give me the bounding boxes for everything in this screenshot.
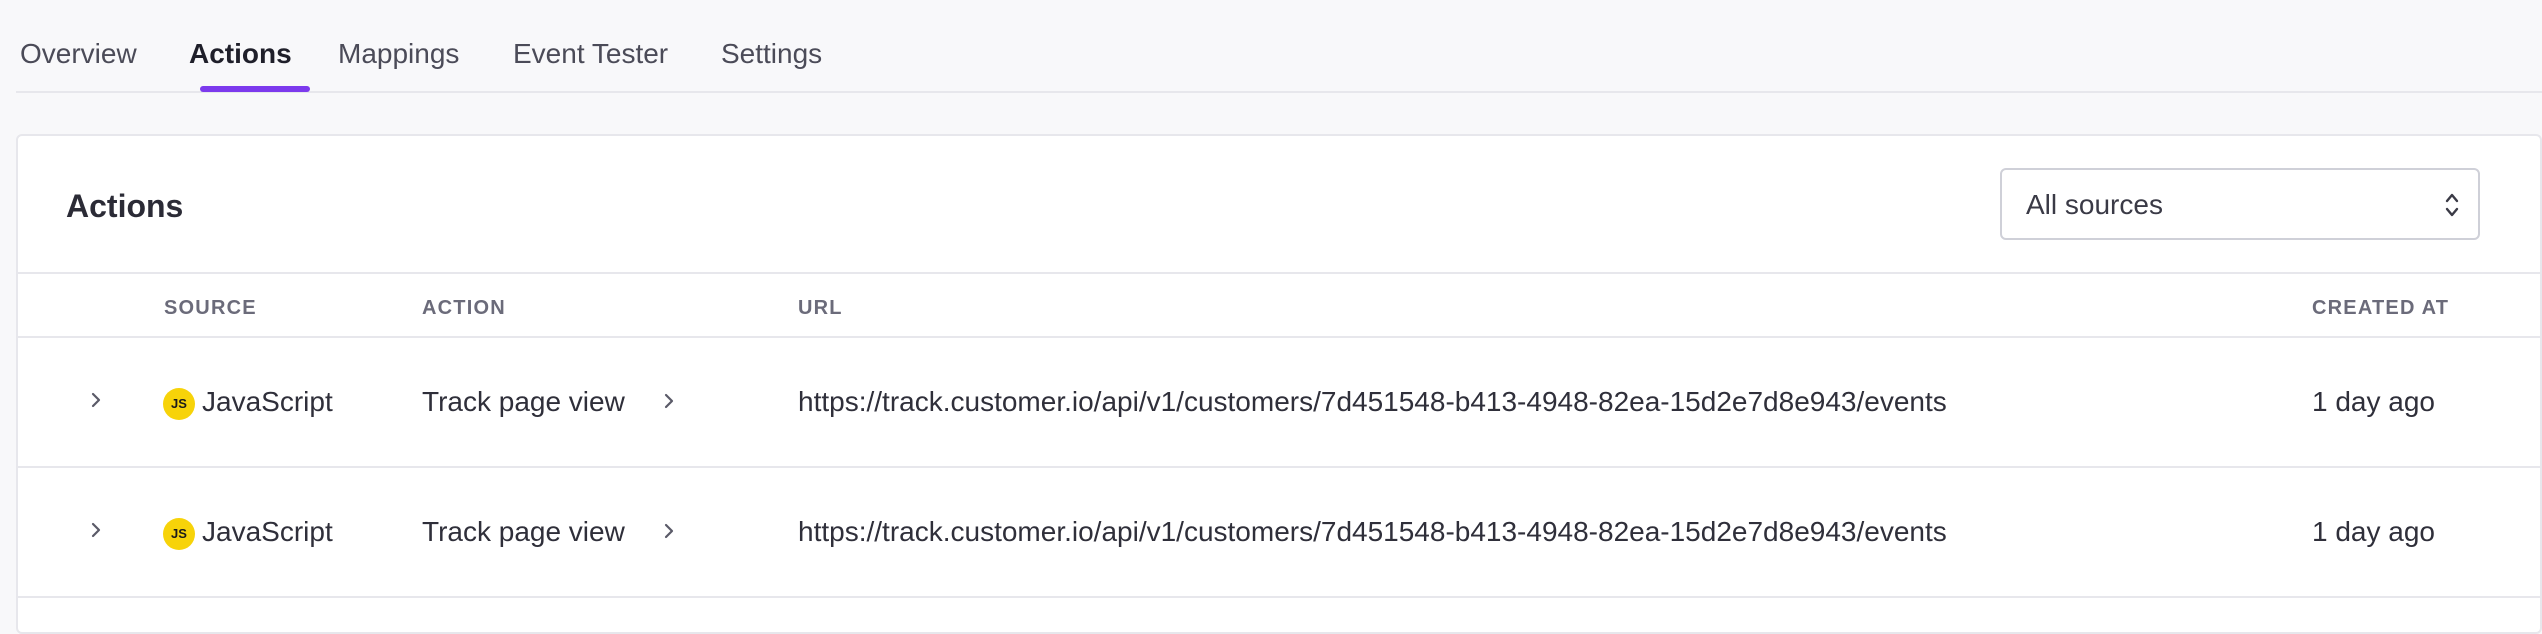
- tab-settings[interactable]: Settings: [721, 36, 822, 72]
- column-header-url: URL: [798, 297, 843, 319]
- column-header-action: ACTION: [422, 297, 506, 319]
- action-url: https://track.customer.io/api/v1/custome…: [798, 386, 1947, 417]
- table-row[interactable]: JS JavaScript Track page view https://tr…: [18, 468, 2540, 596]
- source-name: JavaScript: [202, 516, 333, 547]
- source-filter-value: All sources: [2026, 189, 2163, 220]
- chevron-right-icon[interactable]: [662, 520, 676, 542]
- javascript-icon: JS: [163, 388, 195, 420]
- card-title: Actions: [66, 188, 184, 224]
- action-url: https://track.customer.io/api/v1/custome…: [798, 516, 1947, 547]
- row-divider: [18, 596, 2540, 598]
- tab-event-tester[interactable]: Event Tester: [513, 36, 668, 72]
- created-at: 1 day ago: [2312, 386, 2435, 417]
- column-header-created-at: CREATED AT: [2312, 297, 2450, 319]
- tab-mappings[interactable]: Mappings: [338, 36, 459, 72]
- action-name[interactable]: Track page view: [422, 384, 625, 420]
- header-divider: [18, 272, 2540, 274]
- source-name: JavaScript: [202, 386, 333, 417]
- action-name[interactable]: Track page view: [422, 514, 625, 550]
- tab-bar: Overview Actions Mappings Event Tester S…: [16, 0, 2542, 93]
- tab-overview[interactable]: Overview: [20, 36, 137, 72]
- actions-card: Actions All sources SOURCE ACTION URL CR…: [16, 134, 2542, 634]
- column-header-source: SOURCE: [164, 297, 257, 319]
- active-tab-indicator: [200, 86, 310, 92]
- chevron-right-icon[interactable]: [662, 390, 676, 412]
- tab-actions[interactable]: Actions: [189, 36, 292, 72]
- created-at: 1 day ago: [2312, 516, 2435, 547]
- updown-chevron-icon: [2445, 193, 2459, 217]
- table-row[interactable]: JS JavaScript Track page view https://tr…: [18, 338, 2540, 466]
- source-filter-select[interactable]: All sources: [2000, 168, 2480, 240]
- expand-chevron-icon[interactable]: [88, 518, 104, 542]
- javascript-icon: JS: [163, 518, 195, 550]
- expand-chevron-icon[interactable]: [88, 388, 104, 412]
